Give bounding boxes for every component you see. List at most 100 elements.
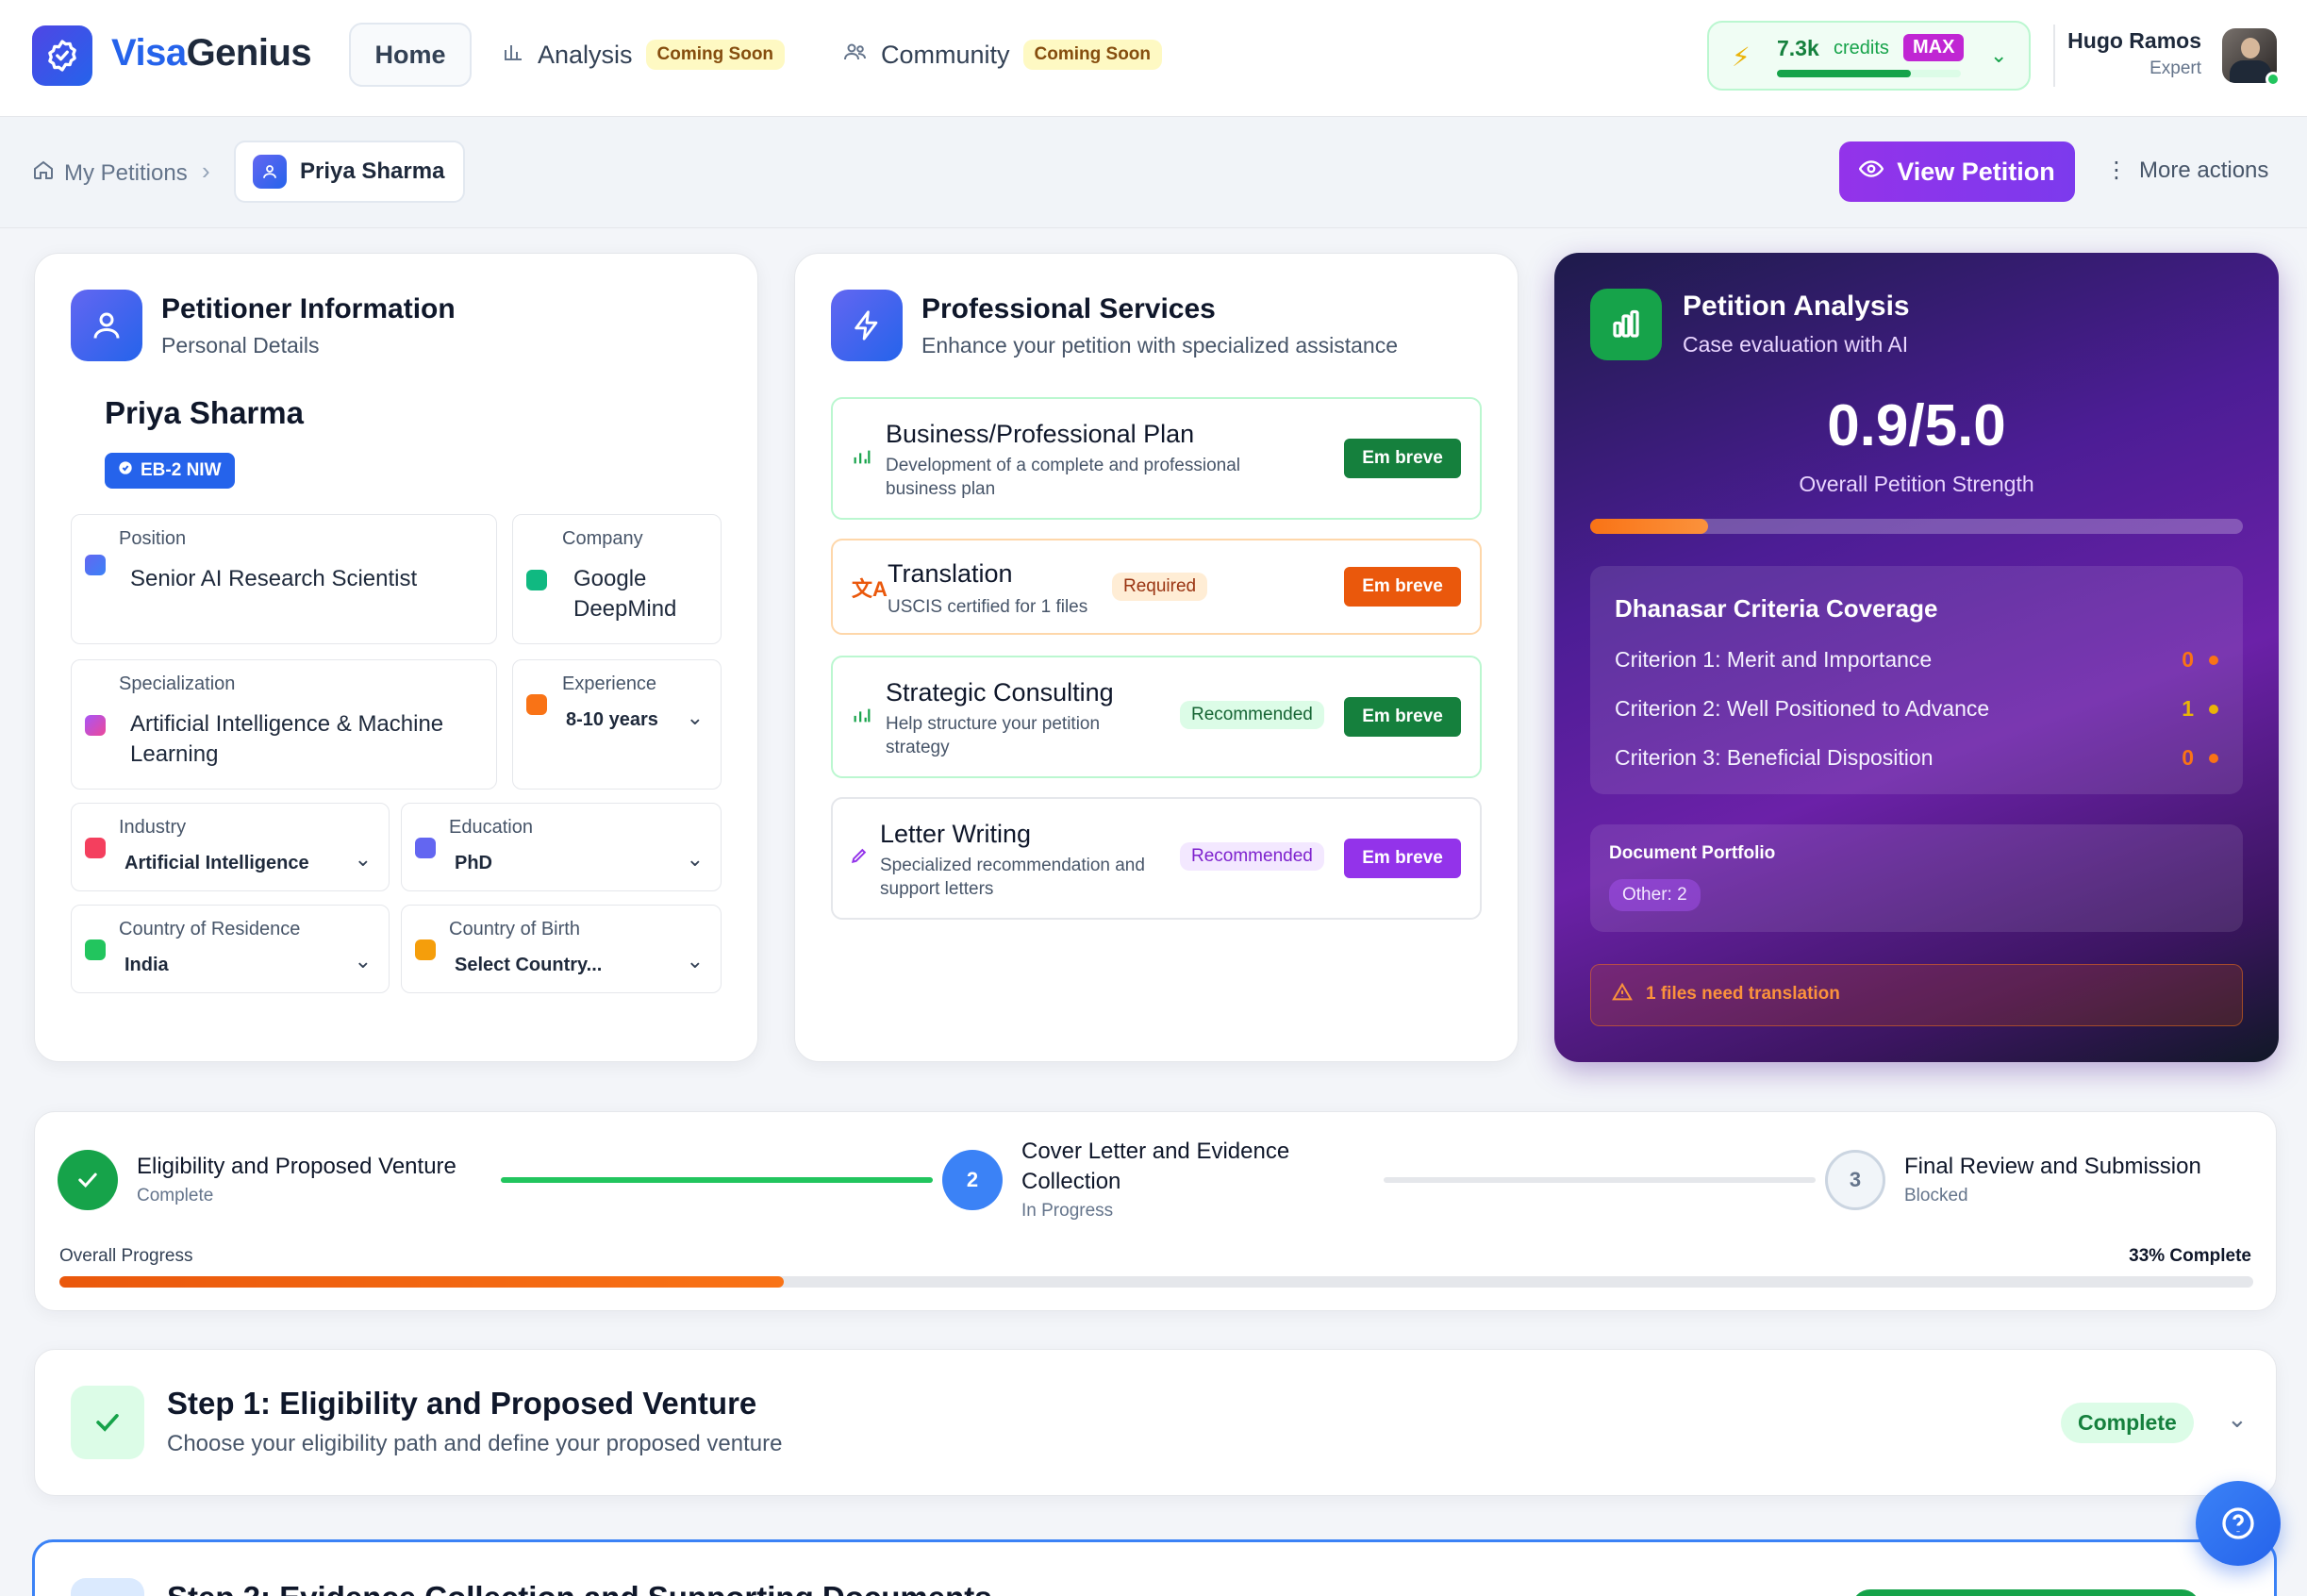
criteria-title: Dhanasar Criteria Coverage	[1615, 594, 1938, 623]
status-dot	[2209, 705, 2218, 714]
petitioner-name: Priya Sharma	[105, 395, 304, 430]
nav-analysis[interactable]: Analysis Coming Soon	[502, 36, 786, 74]
check-icon[interactable]	[58, 1150, 118, 1210]
step-number[interactable]: 2	[942, 1150, 1003, 1210]
criterion-value: 1	[2182, 696, 2194, 721]
service-desc-line-2: business plan	[886, 479, 996, 499]
warning-icon	[1612, 982, 1633, 1008]
service-description: Development of a complete and profession…	[886, 454, 1240, 501]
document-chip[interactable]: Other: 2	[1609, 879, 1701, 911]
view-petition-button[interactable]: View Petition	[1839, 141, 2075, 202]
company-line-2: DeepMind	[573, 596, 677, 622]
home-icon	[32, 158, 55, 188]
translation-warning[interactable]: 1 files need translation	[1590, 964, 2243, 1026]
more-actions-button[interactable]: ⋮ More actions	[2105, 157, 2268, 184]
petitioner-subtitle: Personal Details	[161, 333, 320, 357]
flag-icon	[415, 939, 436, 960]
service-description: Help structure your petition strategy	[886, 712, 1100, 759]
criterion-value: 0	[2182, 647, 2194, 672]
status-badge	[1851, 1589, 2200, 1596]
residence-field[interactable]: Country of Residence India ⌄	[71, 905, 390, 993]
recommended-tag: Recommended	[1180, 842, 1324, 871]
translate-icon: 文A	[852, 577, 888, 601]
service-item-business-plan[interactable]: Business/Professional Plan Development o…	[831, 397, 1482, 520]
chevron-down-icon[interactable]: ⌄	[355, 949, 372, 973]
em-breve-button[interactable]: Em breve	[1344, 697, 1461, 737]
field-label: Education	[449, 817, 533, 838]
experience-field[interactable]: Experience 8-10 years ⌄	[512, 659, 722, 790]
logo-icon[interactable]	[32, 25, 92, 86]
service-desc-line-2: support letters	[880, 879, 994, 899]
chevron-down-icon[interactable]: ⌄	[687, 706, 704, 730]
check-icon	[71, 1386, 144, 1459]
chevron-down-icon[interactable]: ⌄	[687, 847, 704, 872]
status-dot	[2209, 656, 2218, 665]
chevron-down-icon[interactable]: ⌄	[687, 949, 704, 973]
pen-icon	[850, 846, 869, 871]
birth-country-field[interactable]: Country of Birth Select Country... ⌄	[401, 905, 722, 993]
breadcrumb-root[interactable]: My Petitions	[32, 158, 188, 188]
service-title: Strategic Consulting	[886, 678, 1114, 707]
criterion-row: Criterion 3: Beneficial Disposition 0	[1615, 745, 2218, 771]
petitioner-card: Petitioner Information Personal Details …	[34, 253, 758, 1062]
field-label: Company	[562, 528, 643, 549]
chevron-down-icon[interactable]: ⌄	[1990, 43, 2007, 68]
service-item-translation[interactable]: 文A Translation USCIS certified for 1 fil…	[831, 539, 1482, 635]
bar-chart-icon	[852, 705, 872, 731]
step-status: Complete	[137, 1186, 214, 1205]
criteria-panel: Dhanasar Criteria Coverage Criterion 1: …	[1590, 566, 2243, 794]
em-breve-button[interactable]: Em breve	[1344, 439, 1461, 478]
view-petition-label: View Petition	[1897, 157, 2055, 186]
step-connector	[501, 1177, 933, 1183]
factory-icon	[85, 838, 106, 858]
lightning-icon: ⚡	[1732, 42, 1751, 72]
service-item-letter-writing[interactable]: Letter Writing Specialized recommendatio…	[831, 797, 1482, 920]
step-1-card[interactable]: Step 1: Eligibility and Proposed Venture…	[34, 1349, 2277, 1496]
help-icon[interactable]	[2196, 1481, 2281, 1566]
company-field[interactable]: Company Google DeepMind	[512, 514, 722, 644]
breadcrumb-current-label: Priya Sharma	[300, 158, 445, 184]
petition-analysis-card: Petition Analysis Case evaluation with A…	[1554, 253, 2279, 1062]
field-label: Experience	[562, 673, 657, 694]
nav-home-button[interactable]: Home	[349, 23, 472, 87]
services-subtitle: Enhance your petition with specialized a…	[921, 333, 1399, 357]
credits-widget[interactable]: ⚡ 7.3k credits MAX ⌄	[1707, 21, 2031, 91]
bar-chart-icon	[1590, 289, 1662, 360]
industry-field[interactable]: Industry Artificial Intelligence ⌄	[71, 803, 390, 891]
criterion-label: Criterion 1: Merit and Importance	[1615, 647, 1933, 672]
step-name-line-2: Collection	[1021, 1169, 1121, 1194]
step-2-title: Step 2: Evidence Collection and Supporti…	[167, 1580, 992, 1596]
nav-community[interactable]: Community Coming Soon	[843, 36, 1163, 74]
step-2-card[interactable]: Step 2: Evidence Collection and Supporti…	[32, 1539, 2277, 1596]
criterion-row: Criterion 2: Well Positioned to Advance …	[1615, 696, 2218, 722]
user-role: Expert	[2149, 58, 2201, 78]
petition-score: 0.9/5.0	[1827, 393, 2006, 458]
step-status: In Progress	[1021, 1201, 1114, 1221]
service-item-strategic-consulting[interactable]: Strategic Consulting Help structure your…	[831, 656, 1482, 778]
app-logo-text[interactable]: VisaGenius	[111, 32, 312, 75]
petition-score-label: Overall Petition Strength	[1799, 472, 2034, 496]
online-status-dot	[2266, 72, 2281, 87]
more-vertical-icon: ⋮	[2105, 158, 2128, 183]
education-field[interactable]: Education PhD ⌄	[401, 803, 722, 891]
specialization-field[interactable]: Specialization Artificial Intelligence &…	[71, 659, 497, 790]
chevron-down-icon[interactable]: ⌄	[2227, 1405, 2248, 1434]
visa-type-badge: EB-2 NIW	[105, 453, 235, 489]
breadcrumb-current[interactable]: Priya Sharma	[234, 141, 466, 203]
field-label: Specialization	[119, 673, 236, 694]
step-number[interactable]: 3	[1825, 1150, 1885, 1210]
service-title: Business/Professional Plan	[886, 420, 1195, 448]
em-breve-button[interactable]: Em breve	[1344, 567, 1461, 607]
em-breve-button[interactable]: Em breve	[1344, 839, 1461, 878]
step-name: Cover Letter and Evidence Collection	[1021, 1137, 1289, 1197]
chevron-down-icon[interactable]: ⌄	[355, 847, 372, 872]
service-title: Letter Writing	[880, 820, 1032, 848]
users-icon	[843, 41, 868, 70]
services-card: Professional Services Enhance your petit…	[794, 253, 1519, 1062]
position-field[interactable]: Position Senior AI Research Scientist	[71, 514, 497, 644]
progress-tracker: Eligibility and Proposed Venture Complet…	[34, 1111, 2277, 1311]
criterion-label: Criterion 2: Well Positioned to Advance	[1615, 696, 1990, 721]
portfolio-title: Document Portfolio	[1609, 843, 1776, 863]
step-connector	[1384, 1177, 1816, 1183]
status-badge: Complete	[2061, 1403, 2194, 1443]
